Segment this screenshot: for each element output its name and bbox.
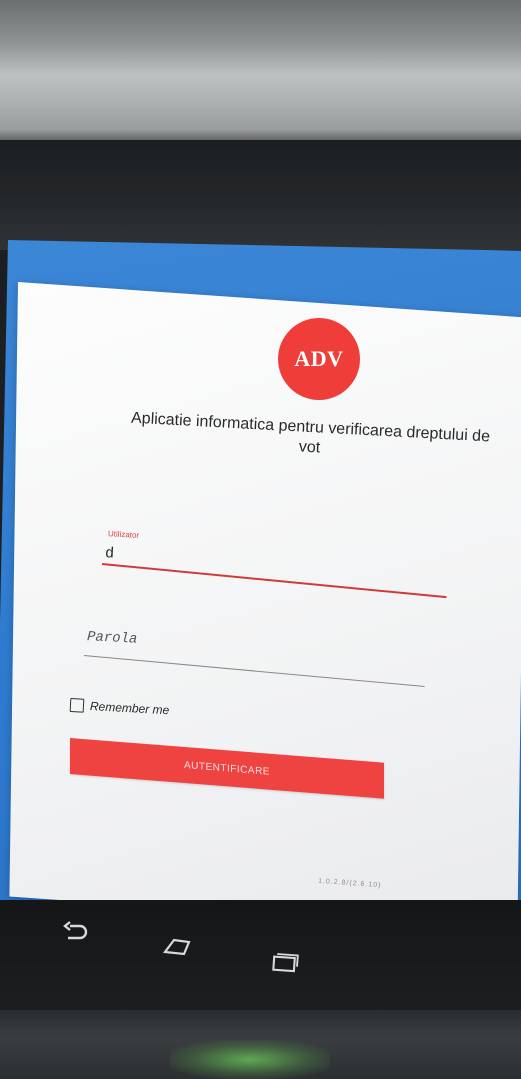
home-icon[interactable] (162, 934, 192, 958)
logo-text: ADV (294, 346, 344, 371)
username-label: Utilizator (107, 529, 140, 540)
app-logo: ADV (278, 318, 360, 400)
back-icon[interactable] (60, 920, 90, 944)
device-bezel-top (0, 140, 521, 250)
status-light (170, 1040, 330, 1079)
photo-frame: ADV Aplicatie informatica pentru verific… (0, 0, 521, 1079)
recents-icon[interactable] (270, 950, 300, 974)
remember-me-checkbox[interactable] (69, 698, 85, 713)
login-card (9, 282, 521, 932)
android-nav-bar (0, 900, 521, 1010)
